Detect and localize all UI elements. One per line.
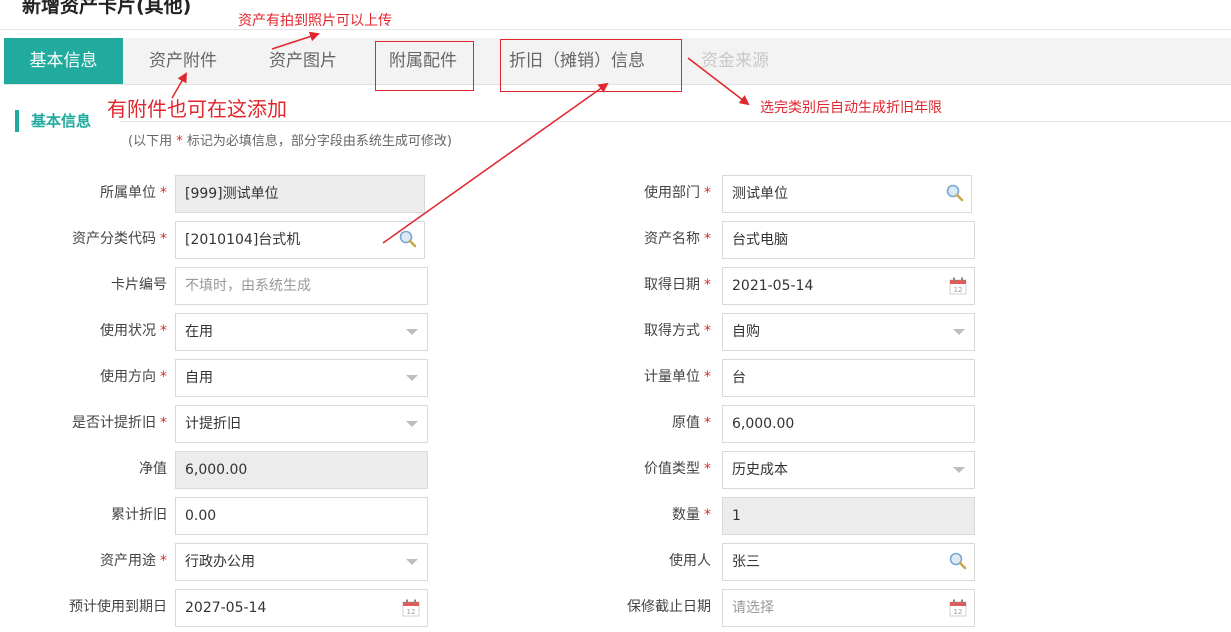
arrow-photo-upload <box>271 31 320 50</box>
annotation-arrows <box>171 31 750 244</box>
arrow-auto-depreciation <box>687 57 750 106</box>
svg-text:12: 12 <box>954 608 963 616</box>
arrow-attachment-add <box>171 72 188 99</box>
svg-text:12: 12 <box>407 608 416 616</box>
arrow-depreciation <box>382 82 609 244</box>
